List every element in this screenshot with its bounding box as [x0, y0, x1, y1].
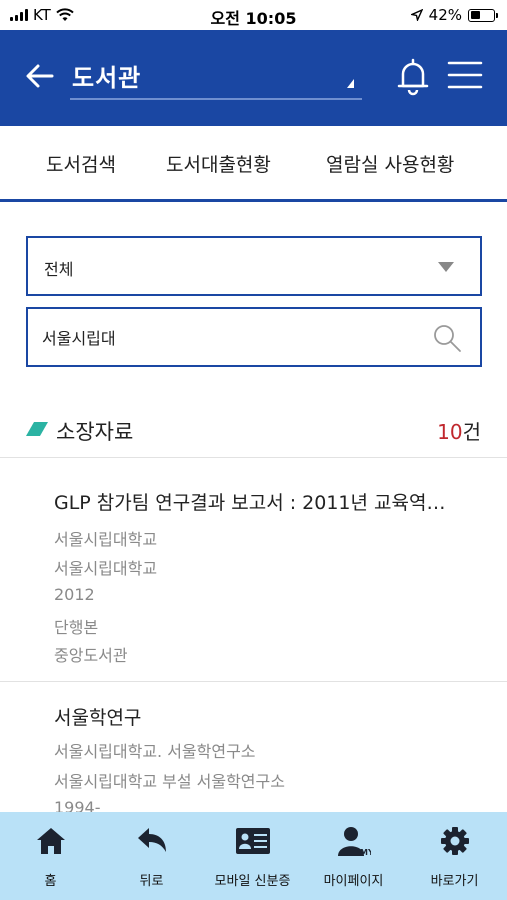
menu-icon[interactable] [446, 60, 484, 90]
result-year: 2012 [54, 585, 95, 604]
bottom-nav: 홈 뒤로 모바일 신분증 MY 마이페이지 바로가기 [0, 812, 507, 900]
result-publisher: 서울시립대학교 [54, 559, 158, 578]
result-author: 서울시립대학교 [54, 530, 158, 549]
category-select-value: 전체 [44, 260, 74, 279]
status-right: 42% [410, 6, 498, 24]
nav-home[interactable]: 홈 [0, 812, 101, 900]
id-card-icon [235, 828, 270, 854]
chevron-down-icon [438, 262, 454, 272]
battery-percent: 42% [428, 6, 462, 24]
tab-loan-status[interactable]: 도서대출현황 [166, 150, 271, 177]
result-title: GLP 참가팀 연구결과 보고서 : 2011년 교육역… [54, 492, 446, 514]
app-screen: KT 오전 10:05 42% 도서관 도서검색 도서대출현황 열람실 사용현황… [0, 0, 507, 900]
holdings-section-header: 소장자료 10건 [0, 412, 507, 458]
result-count-number: 10 [437, 420, 463, 444]
my-page-icon: MY [337, 827, 371, 856]
result-type: 단행본 [54, 618, 99, 637]
nav-back-label: 뒤로 [139, 874, 164, 889]
app-header: 도서관 [0, 30, 507, 126]
result-item[interactable]: GLP 참가팀 연구결과 보고서 : 2011년 교육역… 서울시립대학교 서울… [0, 460, 507, 682]
search-icon[interactable] [432, 323, 462, 353]
result-count: 10건 [437, 416, 481, 445]
result-location: 중앙도서관 [54, 646, 128, 665]
nav-mobile-id[interactable]: 모바일 신분증 [202, 812, 303, 900]
status-bar: KT 오전 10:05 42% [0, 0, 507, 30]
back-icon [137, 828, 166, 852]
tab-book-search[interactable]: 도서검색 [46, 150, 116, 177]
result-publisher: 서울시립대학교 부설 서울학연구소 [54, 772, 285, 791]
location-icon [410, 9, 423, 21]
result-count-unit: 건 [462, 420, 481, 444]
tab-reading-room-status[interactable]: 열람실 사용현황 [326, 150, 454, 177]
search-box [26, 307, 482, 367]
section-title: 소장자료 [56, 420, 134, 444]
nav-mobile-id-label: 모바일 신분증 [214, 874, 291, 889]
category-select[interactable]: 전체 [26, 236, 482, 296]
nav-home-label: 홈 [44, 874, 57, 889]
home-icon [36, 828, 65, 854]
nav-my-page-label: 마이페이지 [323, 874, 384, 889]
tab-bar: 도서검색 도서대출현황 열람실 사용현황 [0, 126, 507, 202]
page-title: 도서관 [72, 64, 142, 92]
search-input[interactable] [42, 323, 412, 351]
nav-my-page[interactable]: MY 마이페이지 [303, 812, 404, 900]
result-title: 서울학연구 [54, 707, 142, 729]
svg-text:MY: MY [360, 848, 371, 856]
nav-shortcut[interactable]: 바로가기 [404, 812, 505, 900]
bell-icon[interactable] [394, 56, 432, 96]
dropdown-caret-icon [347, 79, 354, 88]
nav-back[interactable]: 뒤로 [101, 812, 202, 900]
gear-icon [440, 827, 469, 855]
battery-icon [468, 8, 498, 22]
back-arrow-icon[interactable] [24, 60, 56, 92]
result-item[interactable]: 서울학연구 서울시립대학교. 서울학연구소 서울시립대학교 부설 서울학연구소 … [0, 683, 507, 817]
section-marker-icon [26, 422, 48, 436]
library-select[interactable]: 도서관 [70, 54, 362, 100]
nav-shortcut-label: 바로가기 [430, 874, 479, 889]
result-author: 서울시립대학교. 서울학연구소 [54, 742, 256, 761]
